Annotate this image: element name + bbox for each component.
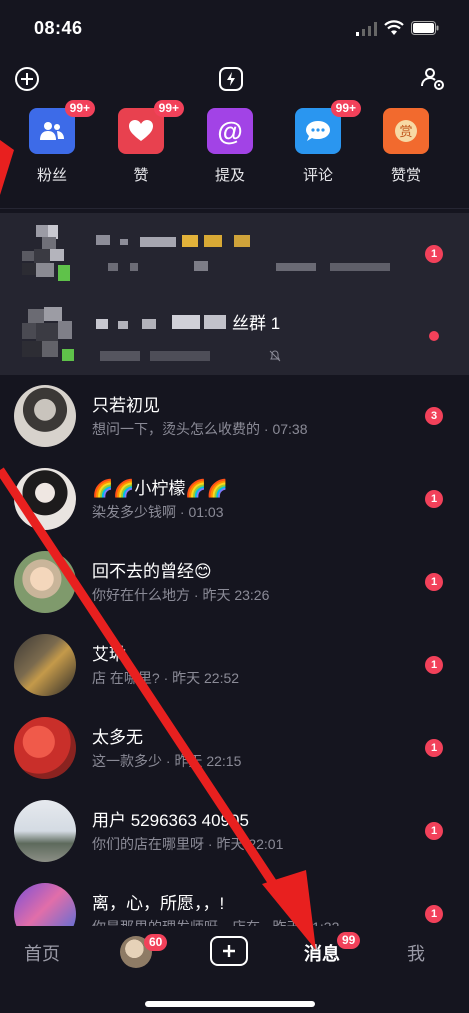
conversation-row[interactable]: 只若初见 想问一下，烫头怎么收费的 · 07:38 3: [0, 375, 469, 457]
category-label-rewards: 赞赏: [390, 167, 421, 184]
unread-badge: 1: [425, 656, 443, 674]
plus-icon: [223, 945, 235, 957]
conversation-name: 回不去的曾经😊: [92, 562, 212, 581]
category-label-comments: 评论: [302, 167, 333, 184]
section-divider: [0, 208, 469, 209]
likes-badge: 99+: [153, 100, 184, 117]
unread-badge: 1: [425, 822, 443, 840]
home-indicator: [145, 1001, 315, 1007]
nav-friends-badge: 60: [144, 934, 168, 951]
category-likes[interactable]: 99+ 赞: [111, 100, 184, 185]
unread-badge: 1: [425, 905, 443, 923]
conversation-row[interactable]: 太多无 这一款多少 · 昨天 22:15 1: [0, 707, 469, 789]
pixelated-avatar: [22, 307, 74, 361]
avatar: [14, 385, 76, 447]
status-time: 08:46: [34, 18, 83, 38]
fans-icon: 99+: [29, 100, 95, 154]
conversation-preview: 想问一下，烫头怎么收费的 · 07:38: [92, 421, 308, 437]
nav-messages-badge: 99: [337, 932, 361, 949]
nav-me[interactable]: 我: [407, 940, 425, 966]
unread-badge: 1: [425, 573, 443, 591]
heart-icon: 99+: [118, 100, 184, 154]
wifi-icon: [384, 20, 404, 35]
avatar: [14, 800, 76, 862]
unread-badge: 1: [425, 245, 443, 263]
nav-home[interactable]: 首页: [24, 940, 60, 966]
avatar: [14, 717, 76, 779]
conversation-row[interactable]: 回不去的曾经😊 你好在什么地方 · 昨天 23:26 1: [0, 541, 469, 623]
avatar: [14, 634, 76, 696]
status-bar: 08:46: [0, 0, 469, 56]
comment-icon: 99+: [295, 100, 361, 154]
flash-icon[interactable]: [216, 64, 246, 94]
comments-badge: 99+: [330, 100, 361, 117]
mute-bell-icon: [269, 350, 281, 362]
unread-badge: 1: [425, 739, 443, 757]
conversation-preview: 店 在哪里? · 昨天 22:52: [92, 670, 240, 686]
conversation-name: 只若初见: [92, 396, 160, 415]
reward-icon: 赏: [383, 108, 429, 154]
conversation-row[interactable]: 🌈🌈小柠檬🌈🌈 染发多少钱啊 · 01:03 1: [0, 458, 469, 540]
conversation-name: 🌈🌈小柠檬🌈🌈: [92, 479, 228, 498]
conversation-name: 用户 5296363 40905: [92, 811, 249, 830]
conversation-name: 太多无: [92, 728, 143, 747]
conversation-name: 艾琳: [92, 645, 126, 664]
category-label-likes: 赞: [133, 167, 149, 184]
cellular-signal-icon: [356, 22, 377, 36]
battery-icon: [411, 21, 439, 35]
category-mentions[interactable]: @ 提及: [200, 108, 260, 185]
unread-badge: 3: [425, 407, 443, 425]
plus-circle-icon[interactable]: [12, 64, 42, 94]
pinned-row[interactable]: 1: [0, 213, 469, 295]
unread-dot: [429, 331, 439, 341]
nav-messages[interactable]: 消息: [304, 940, 340, 966]
conversation-row[interactable]: 艾琳 店 在哪里? · 昨天 22:52 1: [0, 624, 469, 706]
conversation-row[interactable]: 用户 5296363 40905 你们的店在哪里呀 · 昨天 22:01 1: [0, 790, 469, 872]
create-button[interactable]: [210, 936, 248, 966]
conversation-name: 离，心，所愿，，!: [92, 894, 225, 913]
category-rewards[interactable]: 赏 赞赏: [376, 108, 436, 185]
category-label-mentions: 提及: [214, 167, 245, 184]
bottom-nav: 首页 60 消息 99 我: [0, 926, 469, 1013]
avatar: [14, 468, 76, 530]
conversation-preview: 你好在什么地方 · 昨天 23:26: [92, 587, 270, 603]
pinned-row[interactable]: 丝群 1: [0, 293, 469, 375]
conversation-preview: 你们的店在哪里呀 · 昨天 22:01: [92, 836, 284, 852]
unread-badge: 1: [425, 490, 443, 508]
notification-categories: 99+ 粉丝 99+ 赞 @ 提及 99+ 评论 赏 赞赏: [0, 100, 469, 192]
group-name-suffix: 丝群 1: [232, 314, 281, 333]
category-comments[interactable]: 99+ 评论: [288, 100, 361, 185]
svg-text:赏: 赏: [399, 125, 412, 140]
category-label-fans: 粉丝: [36, 167, 67, 184]
category-fans[interactable]: 99+ 粉丝: [22, 100, 95, 185]
conversation-preview: 这一款多少 · 昨天 22:15: [92, 753, 242, 769]
top-action-bar: [0, 64, 469, 94]
pinned-conversations: 1 丝群 1: [0, 213, 469, 375]
pixelated-avatar: [22, 225, 70, 281]
avatar: [14, 551, 76, 613]
contacts-settings-icon[interactable]: [418, 64, 448, 94]
fans-badge: 99+: [64, 100, 95, 117]
at-icon: @: [207, 108, 253, 154]
conversation-preview: 染发多少钱啊 · 01:03: [92, 504, 224, 520]
